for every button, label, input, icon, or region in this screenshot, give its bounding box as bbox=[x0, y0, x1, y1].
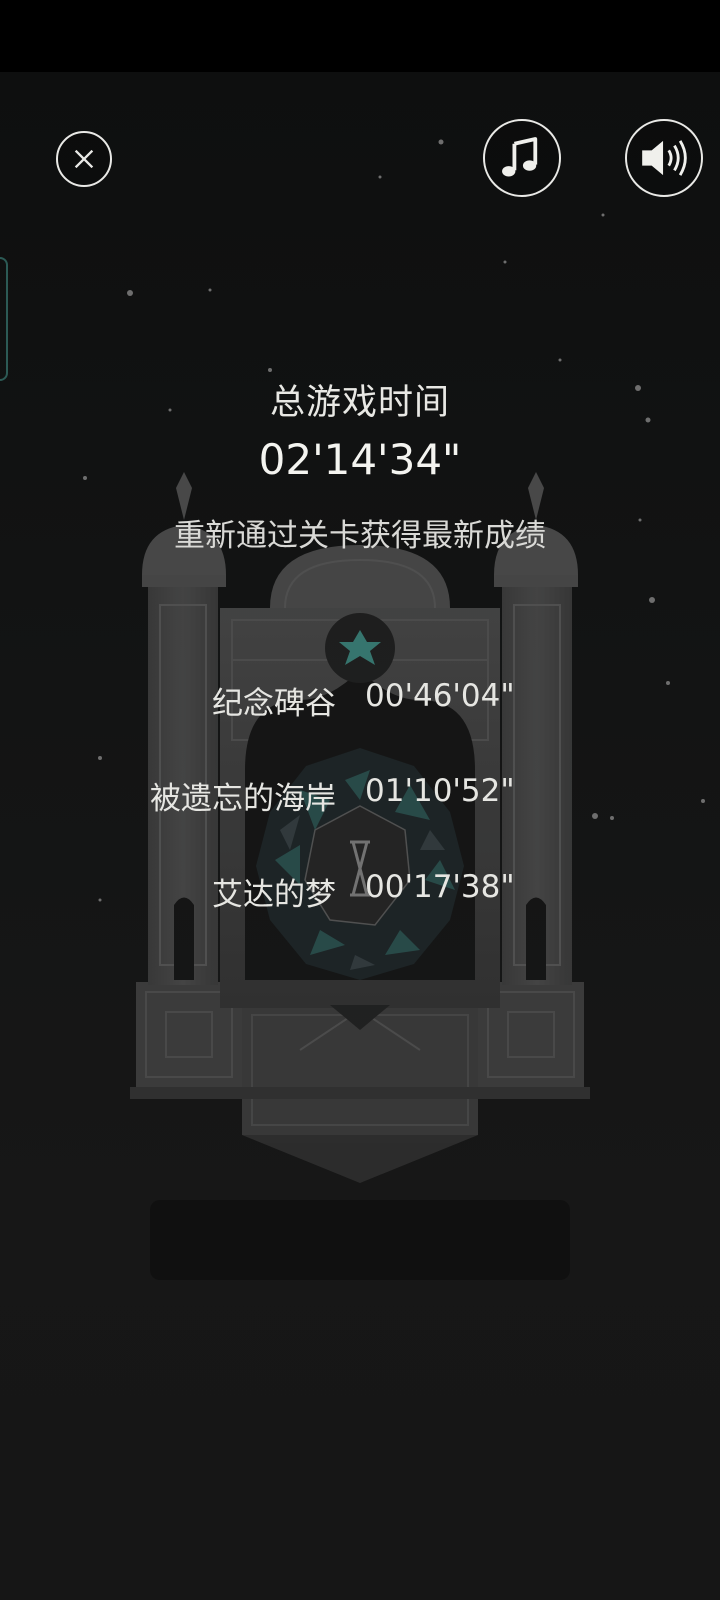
total-play-time-value: 02'14'34" bbox=[258, 435, 462, 484]
tower bbox=[130, 472, 590, 1183]
level-name: 艾达的梦 bbox=[212, 877, 336, 913]
close-icon bbox=[74, 149, 94, 169]
close-button[interactable] bbox=[56, 131, 112, 187]
speaker-icon bbox=[642, 140, 687, 176]
side-drawer-handle[interactable] bbox=[0, 257, 8, 381]
game-screen: 总游戏时间 02'14'34" 重新通过关卡获得最新成绩 纪念碑谷 00'46'… bbox=[0, 0, 720, 1600]
replay-hint-text: 重新通过关卡获得最新成绩 bbox=[174, 518, 546, 554]
level-time: 00'46'04" bbox=[365, 678, 515, 714]
music-note-icon bbox=[502, 137, 538, 177]
level-time: 01'10'52" bbox=[365, 773, 515, 809]
music-toggle-button[interactable] bbox=[483, 119, 561, 197]
sound-toggle-button[interactable] bbox=[625, 119, 703, 197]
level-name: 被遗忘的海岸 bbox=[150, 781, 336, 817]
level-name: 纪念碑谷 bbox=[212, 686, 336, 722]
level-time: 00'17'38" bbox=[365, 869, 515, 905]
total-play-time-title: 总游戏时间 bbox=[269, 383, 450, 423]
monument-scene bbox=[83, 139, 705, 1280]
